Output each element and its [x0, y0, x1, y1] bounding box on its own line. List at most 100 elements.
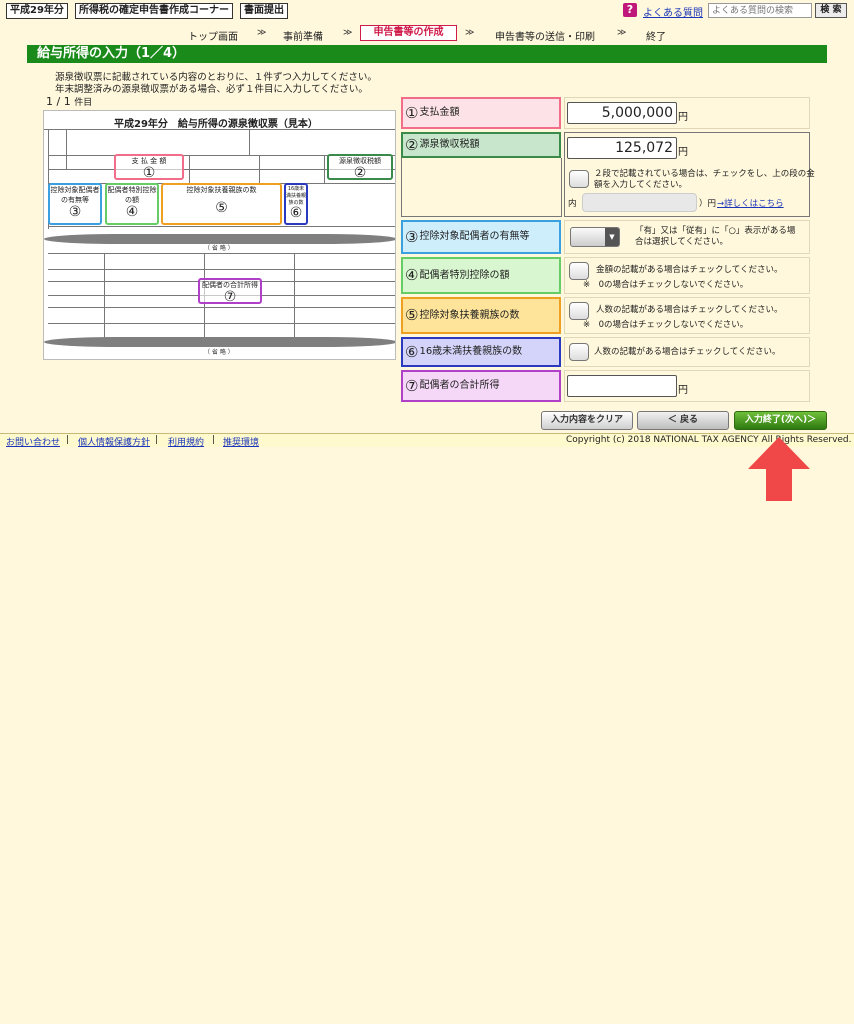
footer: お問い合わせ | 個人情報保護方針 | 利用規約 | 推奨環境 Copyrigh…	[0, 433, 854, 448]
sample-callout-3: 控除対象配偶者の有無等 ③	[48, 183, 102, 225]
label-spouse-special-deduction: ④ 配偶者特別控除の額	[401, 257, 561, 294]
payment-amount-input[interactable]: 5,000,000	[567, 102, 677, 124]
spouse-special-deduction-cell: 金額の記載がある場合はチェックしてください。 ※ 0の場合はチェックしないでくだ…	[564, 257, 810, 294]
nav-step-top: トップ画面	[188, 32, 238, 43]
row-1-number: ①	[405, 103, 419, 122]
callout-6-label: 16歳未満扶養親族の数	[286, 186, 307, 206]
spouse-total-income-input[interactable]	[567, 375, 677, 397]
dependents-note: 人数の記載がある場合はチェックしてください。	[596, 305, 783, 315]
row-2-label: 源泉徴収税額	[419, 139, 480, 150]
under16-dependents-cell: 人数の記載がある場合はチェックしてください。	[564, 337, 810, 367]
dependents-zero-note: ※ 0の場合はチェックしないでください。	[583, 320, 749, 330]
two-tier-note-2: 額を入力してください。	[594, 180, 687, 190]
row-6-label: 16歳未満扶養親族の数	[419, 346, 523, 357]
inner-amount-suffix: ）円	[699, 199, 717, 209]
footer-link-terms[interactable]: 利用規約	[168, 435, 204, 448]
special-deduction-note: 金額の記載がある場合はチェックしてください。	[596, 265, 783, 275]
nav-separator-icon: ≫	[465, 28, 475, 38]
row-4-label: 配偶者特別控除の額	[419, 269, 510, 281]
callout-6-number: ⑥	[289, 205, 303, 221]
callout-7-number: ⑦	[223, 289, 237, 305]
payment-amount-yen: 円	[678, 112, 688, 123]
callout-1-number: ①	[142, 165, 156, 181]
paper-submission-tag: 書面提出	[240, 3, 288, 19]
search-button[interactable]: 検 索	[815, 3, 847, 18]
label-payment-amount: ① 支払金額	[401, 97, 561, 129]
spouse-status-select[interactable]: ▼	[570, 227, 620, 247]
withholding-tax-cell: 125,072 円 ２段で記載されている場合は、チェックをし、上の段の金 額を入…	[564, 132, 815, 217]
finish-next-button[interactable]: 入力終了(次へ)＞	[734, 411, 827, 430]
sample-callout-1: 支 払 金 額①	[114, 154, 184, 180]
footer-link-environment[interactable]: 推奨環境	[223, 435, 259, 448]
corner-tag[interactable]: 所得税の確定申告書作成コーナー	[75, 3, 233, 19]
sample-withholding-slip-image: 平成29年分 給与所得の源泉徴収票（見本） （ 省 略 ） （ 省 略 ） 支 …	[43, 110, 396, 360]
label-under16-dependents: ⑥ 16歳未満扶養親族の数	[401, 337, 561, 367]
red-arrow-up-icon	[748, 437, 810, 501]
withholding-tax-label-frame	[401, 158, 562, 217]
clear-input-button[interactable]: 入力内容をクリア	[541, 411, 633, 430]
two-tier-note-1: ２段で記載されている場合は、チェックをし、上の段の金	[594, 169, 815, 179]
inner-amount-input[interactable]	[582, 193, 697, 212]
footer-separator: |	[66, 435, 70, 445]
row-7-number: ⑦	[405, 376, 419, 395]
nav-separator-icon: ≫	[343, 28, 353, 38]
callout-3-number: ③	[68, 204, 82, 220]
dependents-count-cell: 人数の記載がある場合はチェックしてください。 ※ 0の場合はチェックしないでくだ…	[564, 297, 810, 334]
callout-7-label: 配偶者の合計所得	[202, 281, 258, 289]
callout-1-label: 支 払 金 額	[131, 157, 167, 165]
top-bar: 平成29年分 所得税の確定申告書作成コーナー 書面提出 ? よくある質問 検 索	[0, 0, 854, 22]
under16-dependents-checkbox[interactable]	[569, 343, 589, 361]
callout-4-label: 配偶者特別控除の額	[107, 186, 157, 204]
special-deduction-zero-note: ※ 0の場合はチェックしないでください。	[583, 280, 749, 290]
two-tier-checkbox[interactable]	[569, 170, 589, 188]
instruction-line-2: 年末調整済みの源泉徴収票がある場合、必ず１件目に入力してください。	[55, 84, 368, 95]
callout-5-number: ⑤	[215, 200, 228, 216]
spouse-total-income-cell: 円	[564, 370, 810, 402]
nav-step-send-print: 申告書等の送信・印刷	[495, 32, 595, 43]
question-icon[interactable]: ?	[623, 3, 637, 17]
row-6-number: ⑥	[405, 342, 419, 361]
record-counter-value: 1 / 1	[46, 95, 71, 108]
row-2-number: ②	[405, 135, 419, 154]
sample-title: 平成29年分 給与所得の源泉徴収票（見本）	[114, 119, 318, 130]
row-3-label: 控除対象配偶者の有無等	[419, 231, 530, 242]
chevron-down-icon: ▼	[605, 228, 619, 246]
withholding-tax-input[interactable]: 125,072	[567, 137, 677, 159]
spouse-special-deduction-checkbox[interactable]	[569, 262, 589, 280]
record-counter: 1 / 1 件目	[46, 95, 92, 108]
callout-2-number: ②	[353, 165, 367, 181]
dependents-count-checkbox[interactable]	[569, 302, 589, 320]
page-title: 給与所得の入力（1／4）	[27, 45, 827, 63]
footer-link-contact[interactable]: お問い合わせ	[6, 435, 60, 448]
withholding-tax-yen: 円	[678, 147, 688, 158]
row-3-number: ③	[405, 227, 419, 246]
record-counter-unit: 件目	[74, 98, 93, 108]
label-spouse-total-income: ⑦ 配偶者の合計所得	[401, 370, 561, 402]
footer-separator: |	[155, 435, 159, 445]
under16-note: 人数の記載がある場合はチェックしてください。	[594, 347, 781, 357]
nav-separator-icon: ≫	[617, 28, 627, 38]
spouse-total-income-yen: 円	[678, 385, 688, 396]
back-button[interactable]: ＜ 戻る	[637, 411, 729, 430]
footer-link-privacy[interactable]: 個人情報保護方針	[78, 435, 150, 448]
footer-separator: |	[212, 435, 216, 445]
sample-omitted-label-2: （ 省 略 ）	[204, 349, 234, 356]
label-spouse-status: ③ 控除対象配偶者の有無等	[401, 220, 561, 254]
step-navigation: トップ画面 ≫ 事前準備 ≫ 申告書等の作成 ≫ 申告書等の送信・印刷 ≫ 終了	[0, 24, 854, 44]
callout-2-label: 源泉徴収税額	[339, 157, 381, 165]
callout-4-number: ④	[125, 204, 139, 220]
sample-callout-4: 配偶者特別控除の額 ④	[105, 183, 159, 225]
faq-search-input[interactable]	[708, 3, 812, 18]
sample-callout-7: 配偶者の合計所得 ⑦	[198, 278, 262, 304]
row-4-number: ④	[405, 266, 419, 284]
spouse-status-cell: ▼ 「有」又は「従有」に「○」表示がある場 合は選択してください。	[564, 220, 810, 254]
callout-5-label: 控除対象扶養親族の数	[186, 186, 257, 194]
detail-link[interactable]: →詳しくはこちら	[717, 199, 784, 210]
spouse-note-1: 「有」又は「従有」に「○」表示がある場	[635, 226, 796, 236]
sample-callout-6: 16歳未満扶養親族の数 ⑥	[284, 183, 308, 225]
nav-separator-icon: ≫	[257, 28, 267, 38]
row-5-number: ⑤	[405, 306, 419, 324]
faq-link[interactable]: よくある質問	[643, 4, 703, 19]
sample-callout-5: 控除対象扶養親族の数 ⑤	[161, 183, 282, 225]
label-withholding-tax: ② 源泉徴収税額	[401, 132, 561, 158]
